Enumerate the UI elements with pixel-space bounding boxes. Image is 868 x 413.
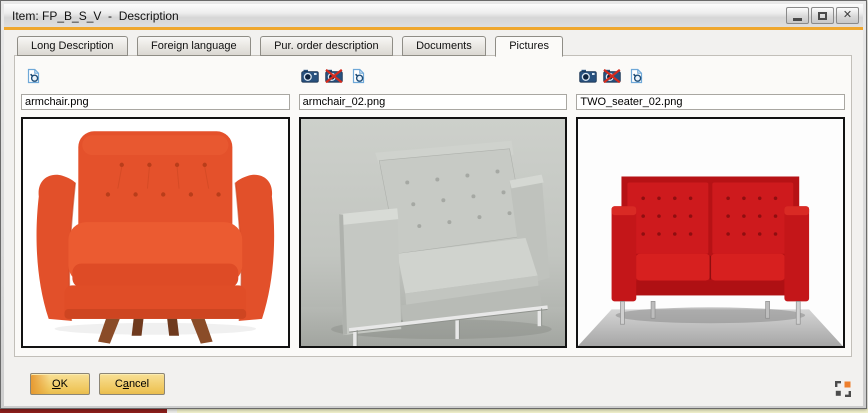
red-sofa-photo (578, 119, 843, 346)
dialog-body: Long Description Foreign language Pur. o… (4, 30, 863, 406)
attach-picture-icon[interactable] (301, 69, 320, 84)
cancel-button[interactable]: Cancel (99, 373, 165, 395)
minimize-button[interactable] (786, 7, 809, 24)
picture-column-3 (576, 66, 845, 348)
ok-button[interactable]: OK (30, 373, 90, 395)
maximize-button[interactable] (811, 7, 834, 24)
picture-frame-3[interactable] (576, 117, 845, 348)
maximize-icon (818, 12, 827, 20)
picture-frame-1[interactable] (21, 117, 290, 348)
picture-columns (21, 66, 845, 348)
titlebar[interactable]: Item: FP_B_S_V - Description ✕ (4, 4, 863, 27)
tab-long-description[interactable]: Long Description (17, 36, 128, 56)
preview-picture-icon[interactable] (23, 69, 42, 84)
tab-pictures[interactable]: Pictures (495, 36, 563, 57)
preview-picture-icon[interactable] (349, 69, 368, 84)
pictures-tab-panel (14, 55, 852, 357)
delete-picture-icon[interactable] (325, 69, 344, 84)
picture-toolbar-1 (23, 67, 290, 85)
item-description-dialog: Item: FP_B_S_V - Description ✕ Long Desc… (0, 0, 867, 409)
filename-field-3[interactable] (576, 94, 845, 110)
picture-column-2 (299, 66, 568, 348)
filename-field-2[interactable] (299, 94, 568, 110)
armchair-photo (23, 119, 288, 346)
picture-column-1 (21, 66, 290, 348)
expand-form-icon[interactable] (835, 381, 851, 397)
tab-pur-order-description[interactable]: Pur. order description (260, 36, 393, 56)
close-icon: ✕ (843, 10, 852, 21)
tab-foreign-language[interactable]: Foreign language (137, 36, 251, 56)
delete-picture-icon[interactable] (602, 69, 621, 84)
window-title: Item: FP_B_S_V - Description (12, 9, 784, 23)
minimize-icon (793, 18, 802, 21)
gray-armchair-photo (301, 119, 566, 346)
tab-documents[interactable]: Documents (402, 36, 486, 56)
picture-frame-2[interactable] (299, 117, 568, 348)
tab-strip: Long Description Foreign language Pur. o… (4, 30, 863, 56)
preview-picture-icon[interactable] (626, 69, 645, 84)
dialog-footer: OK Cancel (30, 373, 863, 395)
close-button[interactable]: ✕ (836, 7, 859, 24)
picture-toolbar-3 (578, 67, 845, 85)
picture-toolbar-2 (301, 67, 568, 85)
filename-field-1[interactable] (21, 94, 290, 110)
attach-picture-icon[interactable] (578, 69, 597, 84)
